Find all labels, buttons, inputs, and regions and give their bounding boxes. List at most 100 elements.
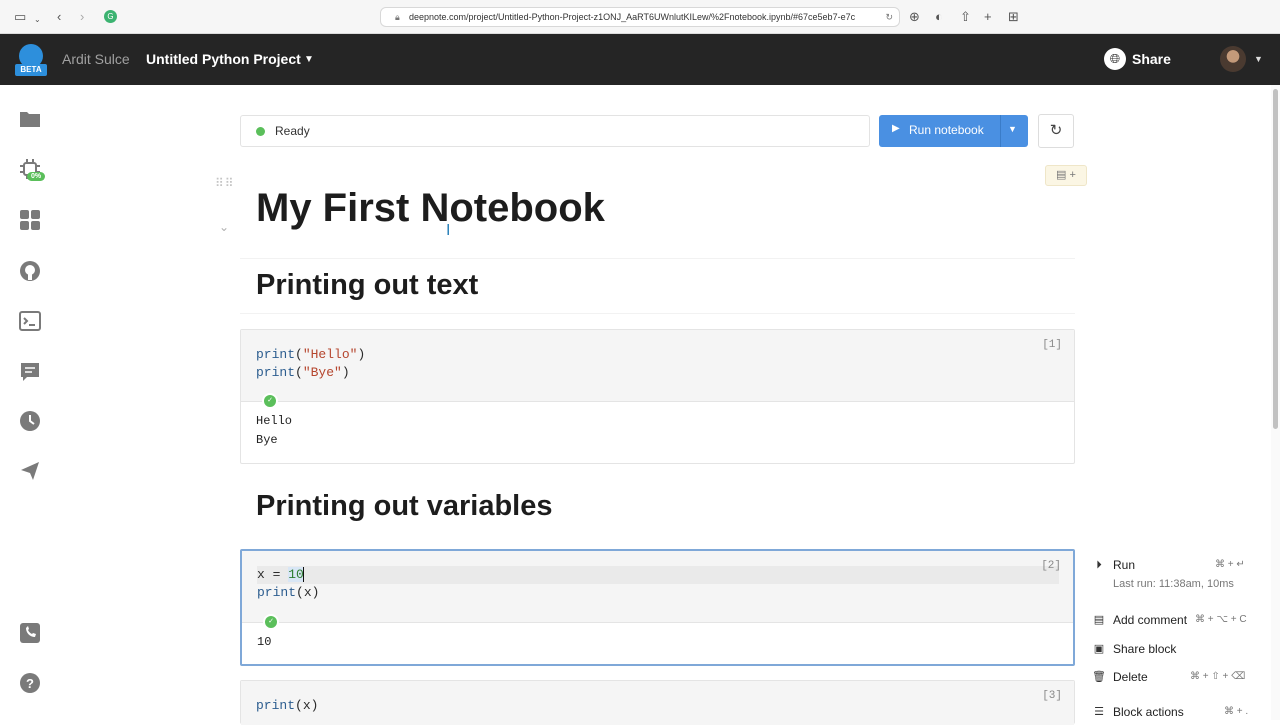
play-icon: ▶ [892, 123, 900, 134]
kernel-status-bar[interactable]: Ready [240, 115, 870, 147]
status-dot [256, 127, 265, 136]
success-icon: ✓ [262, 393, 278, 409]
chevron-down-icon[interactable]: ⌄ [34, 12, 41, 28]
forward-icon[interactable]: › [80, 9, 84, 25]
code-cell[interactable]: [3] print(x) [240, 680, 1075, 725]
new-tab-icon[interactable]: + [984, 9, 992, 25]
apps-icon[interactable] [18, 209, 42, 233]
add-comment-button[interactable]: ▤ + [1045, 165, 1087, 186]
drag-handle-icon[interactable]: ⠿⠿ [215, 176, 235, 190]
publish-icon[interactable] [18, 460, 42, 484]
section-heading-text[interactable]: Printing out variables [256, 490, 553, 523]
address-bar[interactable]: 🔒︎ deepnote.com/project/Untitled-Python-… [380, 7, 900, 27]
extension-icon[interactable]: G [104, 10, 117, 23]
code-line: print(x) [256, 698, 319, 713]
terminal-icon[interactable] [18, 311, 42, 335]
code-cell[interactable]: [1] print("Hello") print("Bye") ✓ Hello … [240, 329, 1075, 464]
sidebar-toggle-icon[interactable]: ▭ [14, 9, 26, 25]
section-heading-text[interactable]: Printing out text [256, 269, 478, 302]
execution-count: [1] [1042, 339, 1062, 351]
share-button[interactable]: 🌐︎ Share [1104, 48, 1171, 72]
project-title[interactable]: Untitled Python Project [146, 51, 301, 67]
code-token: x [302, 698, 311, 713]
folder-icon[interactable] [18, 109, 42, 133]
caret-down-icon[interactable]: ▼ [1008, 124, 1017, 134]
cell-output: ✓ Hello Bye [241, 393, 1074, 463]
menu-item-label: Run [1113, 558, 1136, 572]
caret-down-icon[interactable]: ▼ [1254, 54, 1263, 64]
menu-item-label: Share block [1113, 642, 1177, 656]
success-icon: ✓ [263, 614, 279, 630]
menu-item-label: Add comment [1113, 613, 1188, 627]
block-context-menu: ⏵ Run ⌘ + ↵ Last run: 11:38am, 10ms ▤ Ad… [1084, 552, 1270, 720]
workspace-user-name[interactable]: Ardit Sulce [62, 51, 130, 67]
avatar[interactable] [1220, 46, 1246, 72]
code-editor[interactable]: [1] print("Hello") print("Bye") [241, 330, 1074, 401]
code-cell-active[interactable]: [2] x = 10 print(x) ✓ 10 [240, 549, 1075, 666]
code-editor[interactable]: [2] x = 10 print(x) [242, 551, 1073, 622]
code-line: x = 10 [257, 566, 1059, 584]
history-icon[interactable] [18, 410, 42, 434]
text-caret [302, 567, 304, 582]
trash-icon: 🗑︎ [1092, 671, 1106, 683]
restart-button[interactable]: ↻ [1038, 114, 1074, 148]
code-token: 10 [288, 567, 304, 582]
menu-item-block-actions[interactable]: ☰ Block actions ⌘ + . [1092, 703, 1270, 721]
shortcut-label: ⌘ + ⌥ + C [1195, 614, 1247, 625]
tab-overview-icon[interactable]: ⊞ [1008, 9, 1019, 25]
share-block-icon: ▣ [1093, 643, 1105, 655]
help-icon[interactable]: ? [18, 672, 42, 696]
share-label: Share [1132, 51, 1171, 67]
code-token: print [257, 585, 297, 600]
back-icon[interactable]: ‹ [57, 9, 61, 25]
shortcut-label: ⌘ + ↵ [1215, 559, 1245, 570]
share-icon[interactable]: ⇧ [960, 9, 971, 25]
reload-icon[interactable]: ↻ [885, 8, 893, 26]
svg-text:?: ? [26, 676, 34, 691]
code-token: "Bye" [302, 365, 342, 380]
menu-item-run[interactable]: ⏵ Run ⌘ + ↵ [1092, 556, 1262, 574]
page-scrollbar[interactable] [1271, 85, 1280, 720]
github-icon[interactable] [18, 260, 42, 284]
code-line: print(x) [257, 585, 320, 600]
caret-down-icon[interactable]: ▼ [304, 54, 314, 65]
phone-icon[interactable] [18, 622, 42, 646]
run-notebook-button[interactable]: ▶ Run notebook ▼ [879, 115, 1028, 147]
cell-output: ✓ 10 [242, 614, 1073, 664]
refresh-icon: ↻ [1049, 122, 1063, 139]
cpu-usage-badge: 0% [27, 172, 46, 181]
code-token: print [256, 698, 296, 713]
status-text: Ready [275, 124, 310, 138]
run-notebook-label: Run notebook [909, 123, 984, 137]
browser-toolbar: ▭ ⌄ ‹ › G 🔒︎ deepnote.com/project/Untitl… [0, 0, 1280, 34]
text-cursor-icon: I [446, 222, 451, 239]
notebook-title[interactable]: My First Notebook [256, 186, 605, 231]
menu-icon: ☰ [1094, 706, 1104, 718]
app-header: BETA Ardit Sulce Untitled Python Project… [0, 34, 1280, 85]
menu-item-add-comment[interactable]: ▤ Add comment ⌘ + ⌥ + C [1092, 611, 1270, 629]
code-token: print [256, 365, 296, 380]
code-editor[interactable]: [3] print(x) [241, 681, 1074, 725]
lock-icon: 🔒︎ [395, 12, 400, 22]
divider [1000, 115, 1001, 147]
menu-item-delete[interactable]: 🗑︎ Delete ⌘ + ⇧ + ⌫ [1092, 668, 1270, 686]
shield-icon[interactable]: ◐ [935, 9, 943, 25]
play-circle-icon: ⏵ [1096, 559, 1102, 571]
shortcut-label: ⌘ + ⇧ + ⌫ [1190, 671, 1246, 682]
menu-item-share-block[interactable]: ▣ Share block [1092, 640, 1262, 658]
comments-icon[interactable] [18, 361, 42, 385]
scrollbar-thumb[interactable] [1273, 89, 1278, 429]
chevron-down-icon[interactable]: ⌄ [219, 220, 229, 234]
comment-icon: ▤ [1056, 169, 1067, 181]
url-text: deepnote.com/project/Untitled-Python-Pro… [409, 12, 856, 22]
code-line: print("Hello") [256, 347, 366, 362]
deepnote-logo[interactable]: BETA [14, 42, 48, 76]
code-token: print [256, 347, 296, 362]
left-sidebar: 0% ? [0, 85, 62, 720]
execution-count: [3] [1042, 690, 1062, 702]
menu-item-label: Block actions [1113, 705, 1184, 719]
download-icon[interactable]: ⊕ [909, 9, 920, 25]
output-line: Bye [256, 433, 278, 447]
last-run-text: Last run: 11:38am, 10ms [1113, 578, 1234, 590]
beta-badge: BETA [15, 64, 47, 76]
